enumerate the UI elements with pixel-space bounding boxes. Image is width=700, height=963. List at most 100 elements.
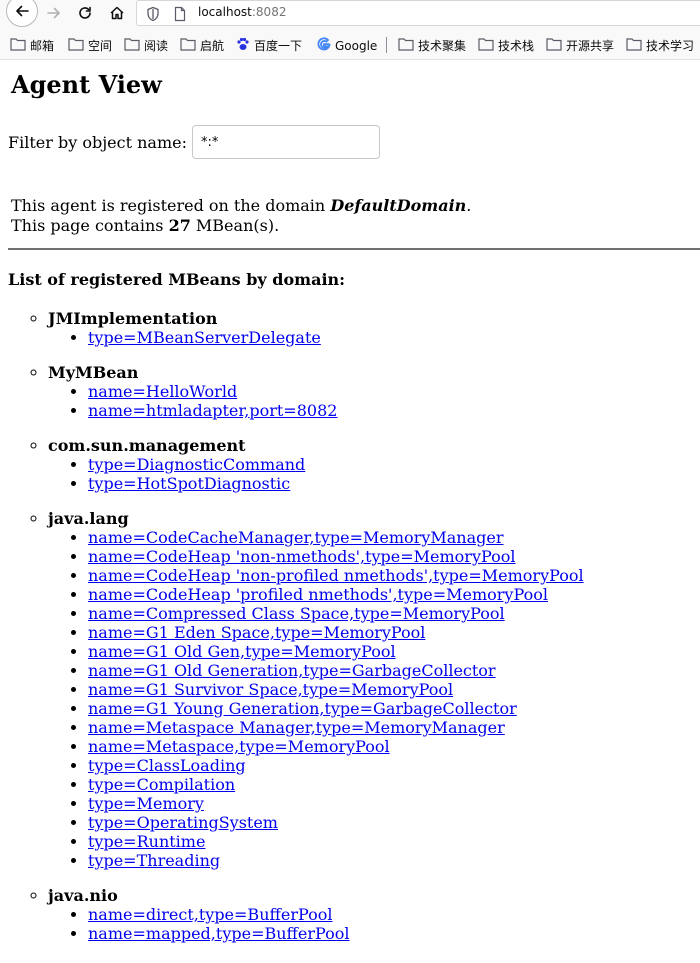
- folder-icon: [546, 37, 562, 54]
- horizontal-rule: [8, 248, 700, 250]
- mbean-link[interactable]: name=mapped,type=BufferPool: [88, 924, 350, 943]
- bookmark-item[interactable]: Google: [317, 37, 377, 54]
- mbean-item: name=G1 Eden Space,type=MemoryPool: [88, 623, 692, 642]
- mbean-item: name=HelloWorld: [88, 382, 692, 401]
- arrow-right-icon: [47, 7, 60, 19]
- mbean-link[interactable]: type=HotSpotDiagnostic: [88, 474, 290, 493]
- domain-item: JMImplementationtype=MBeanServerDelegate: [48, 309, 692, 347]
- bookmark-label: 技术学习: [646, 39, 695, 53]
- bookmark-item[interactable]: 技术栈: [478, 37, 534, 54]
- back-button[interactable]: [6, 0, 38, 27]
- mbean-link[interactable]: name=direct,type=BufferPool: [88, 905, 332, 924]
- arrow-left-icon: [16, 5, 29, 17]
- page-info-icon[interactable]: [173, 6, 187, 22]
- page-content: Agent View Filter by object name: This a…: [0, 70, 700, 943]
- mbean-link[interactable]: type=Compilation: [88, 775, 235, 794]
- mbean-item: type=Threading: [88, 851, 692, 870]
- count-suffix: MBean(s).: [190, 216, 280, 235]
- mbean-item: name=mapped,type=BufferPool: [88, 924, 692, 943]
- folder-icon: [180, 37, 196, 54]
- mbean-link[interactable]: type=Runtime: [88, 832, 205, 851]
- bookmark-label: 开源共享: [566, 39, 615, 53]
- mbeans-list-heading: List of registered MBeans by domain:: [8, 270, 346, 289]
- mbean-item: name=G1 Old Generation,type=GarbageColle…: [88, 661, 692, 680]
- mbean-link[interactable]: name=Metaspace Manager,type=MemoryManage…: [88, 718, 505, 737]
- bookmark-label: 技术栈: [498, 39, 535, 53]
- default-domain-name: DefaultDomain: [330, 196, 467, 215]
- url-text[interactable]: localhost:8082: [198, 5, 286, 19]
- bookmark-item[interactable]: 技术学习: [626, 37, 694, 54]
- bookmark-item[interactable]: 阅读: [124, 37, 168, 54]
- bookmark-item[interactable]: 启航: [180, 37, 224, 54]
- forward-button[interactable]: [40, 0, 68, 26]
- mbean-link[interactable]: name=G1 Old Generation,type=GarbageColle…: [88, 661, 496, 680]
- mbean-link[interactable]: name=Metaspace,type=MemoryPool: [88, 737, 390, 756]
- tracking-protection-shield-icon[interactable]: [146, 6, 160, 22]
- domain-name: java.lang: [48, 509, 129, 528]
- reload-button[interactable]: [71, 0, 99, 26]
- domain-item: java.nioname=direct,type=BufferPoolname=…: [48, 886, 692, 943]
- url-port: :8082: [251, 5, 287, 19]
- mbean-link[interactable]: type=OperatingSystem: [88, 813, 278, 832]
- mbean-link[interactable]: name=CodeHeap 'non-profiled nmethods',ty…: [88, 566, 584, 585]
- mbean-list: name=HelloWorldname=htmladapter,port=808…: [48, 382, 692, 420]
- bookmark-item[interactable]: 邮箱: [10, 37, 54, 54]
- mbean-item: name=Metaspace,type=MemoryPool: [88, 737, 692, 756]
- bookmark-item[interactable]: 百度一下: [236, 37, 302, 54]
- mbean-link[interactable]: name=Compressed Class Space,type=MemoryP…: [88, 604, 505, 623]
- home-icon: [110, 6, 124, 20]
- mbean-link[interactable]: name=G1 Eden Space,type=MemoryPool: [88, 623, 425, 642]
- mbean-link[interactable]: name=HelloWorld: [88, 382, 237, 401]
- mbean-item: name=direct,type=BufferPool: [88, 905, 692, 924]
- mbean-item: name=G1 Survivor Space,type=MemoryPool: [88, 680, 692, 699]
- domain-list: JMImplementationtype=MBeanServerDelegate…: [8, 309, 692, 943]
- mbean-link[interactable]: type=Threading: [88, 851, 220, 870]
- agent-info: This agent is registered on the domain D…: [11, 196, 692, 236]
- address-bar[interactable]: localhost:8082: [136, 0, 700, 26]
- mbean-item: name=CodeHeap 'profiled nmethods',type=M…: [88, 585, 692, 604]
- mbean-link[interactable]: name=CodeHeap 'profiled nmethods',type=M…: [88, 585, 548, 604]
- bookmark-label: 启航: [200, 39, 225, 53]
- domain-item: MyMBeanname=HelloWorldname=htmladapter,p…: [48, 363, 692, 420]
- home-button[interactable]: [103, 0, 131, 26]
- mbean-link[interactable]: name=G1 Old Gen,type=MemoryPool: [88, 642, 396, 661]
- folder-icon: [478, 37, 494, 54]
- filter-input[interactable]: [192, 125, 380, 159]
- mbean-link[interactable]: type=ClassLoading: [88, 756, 246, 775]
- mbean-item: type=ClassLoading: [88, 756, 692, 775]
- mbean-item: name=CodeHeap 'non-profiled nmethods',ty…: [88, 566, 692, 585]
- bookmark-label: 阅读: [144, 39, 169, 53]
- mbean-item: name=Compressed Class Space,type=MemoryP…: [88, 604, 692, 623]
- mbean-link[interactable]: type=MBeanServerDelegate: [88, 328, 321, 347]
- bookmarks-separator: [386, 37, 387, 53]
- mbean-link[interactable]: type=DiagnosticCommand: [88, 455, 305, 474]
- filter-label: Filter by object name:: [8, 132, 187, 152]
- mbean-link[interactable]: name=htmladapter,port=8082: [88, 401, 337, 420]
- count-line: This page contains 27 MBean(s).: [11, 216, 692, 236]
- mbean-item: name=CodeCacheManager,type=MemoryManager: [88, 528, 692, 547]
- domain-prefix: This agent is registered on the domain: [11, 196, 331, 215]
- mbean-link[interactable]: name=CodeHeap 'non-nmethods',type=Memory…: [88, 547, 516, 566]
- mbean-link[interactable]: name=G1 Survivor Space,type=MemoryPool: [88, 680, 453, 699]
- google-icon: [317, 37, 331, 54]
- domain-line: This agent is registered on the domain D…: [11, 196, 692, 216]
- bookmark-item[interactable]: 开源共享: [546, 37, 614, 54]
- bookmark-label: 邮箱: [30, 39, 55, 53]
- bookmark-label: 空间: [88, 39, 113, 53]
- mbean-item: name=htmladapter,port=8082: [88, 401, 692, 420]
- page-title: Agent View: [11, 70, 162, 99]
- domain-name: java.nio: [48, 886, 118, 905]
- domain-name: JMImplementation: [48, 309, 218, 328]
- mbean-item: type=OperatingSystem: [88, 813, 692, 832]
- mbean-item: name=CodeHeap 'non-nmethods',type=Memory…: [88, 547, 692, 566]
- mbean-item: type=HotSpotDiagnostic: [88, 474, 692, 493]
- mbean-link[interactable]: type=Memory: [88, 794, 204, 813]
- reload-icon: [79, 6, 91, 19]
- bookmark-item[interactable]: 技术聚集: [398, 37, 466, 54]
- mbean-item: type=Memory: [88, 794, 692, 813]
- count-prefix: This page contains: [11, 216, 169, 235]
- browser-toolbar: localhost:8082: [0, 0, 700, 27]
- mbean-link[interactable]: name=CodeCacheManager,type=MemoryManager: [88, 528, 504, 547]
- bookmark-item[interactable]: 空间: [68, 37, 112, 54]
- mbean-link[interactable]: name=G1 Young Generation,type=GarbageCol…: [88, 699, 517, 718]
